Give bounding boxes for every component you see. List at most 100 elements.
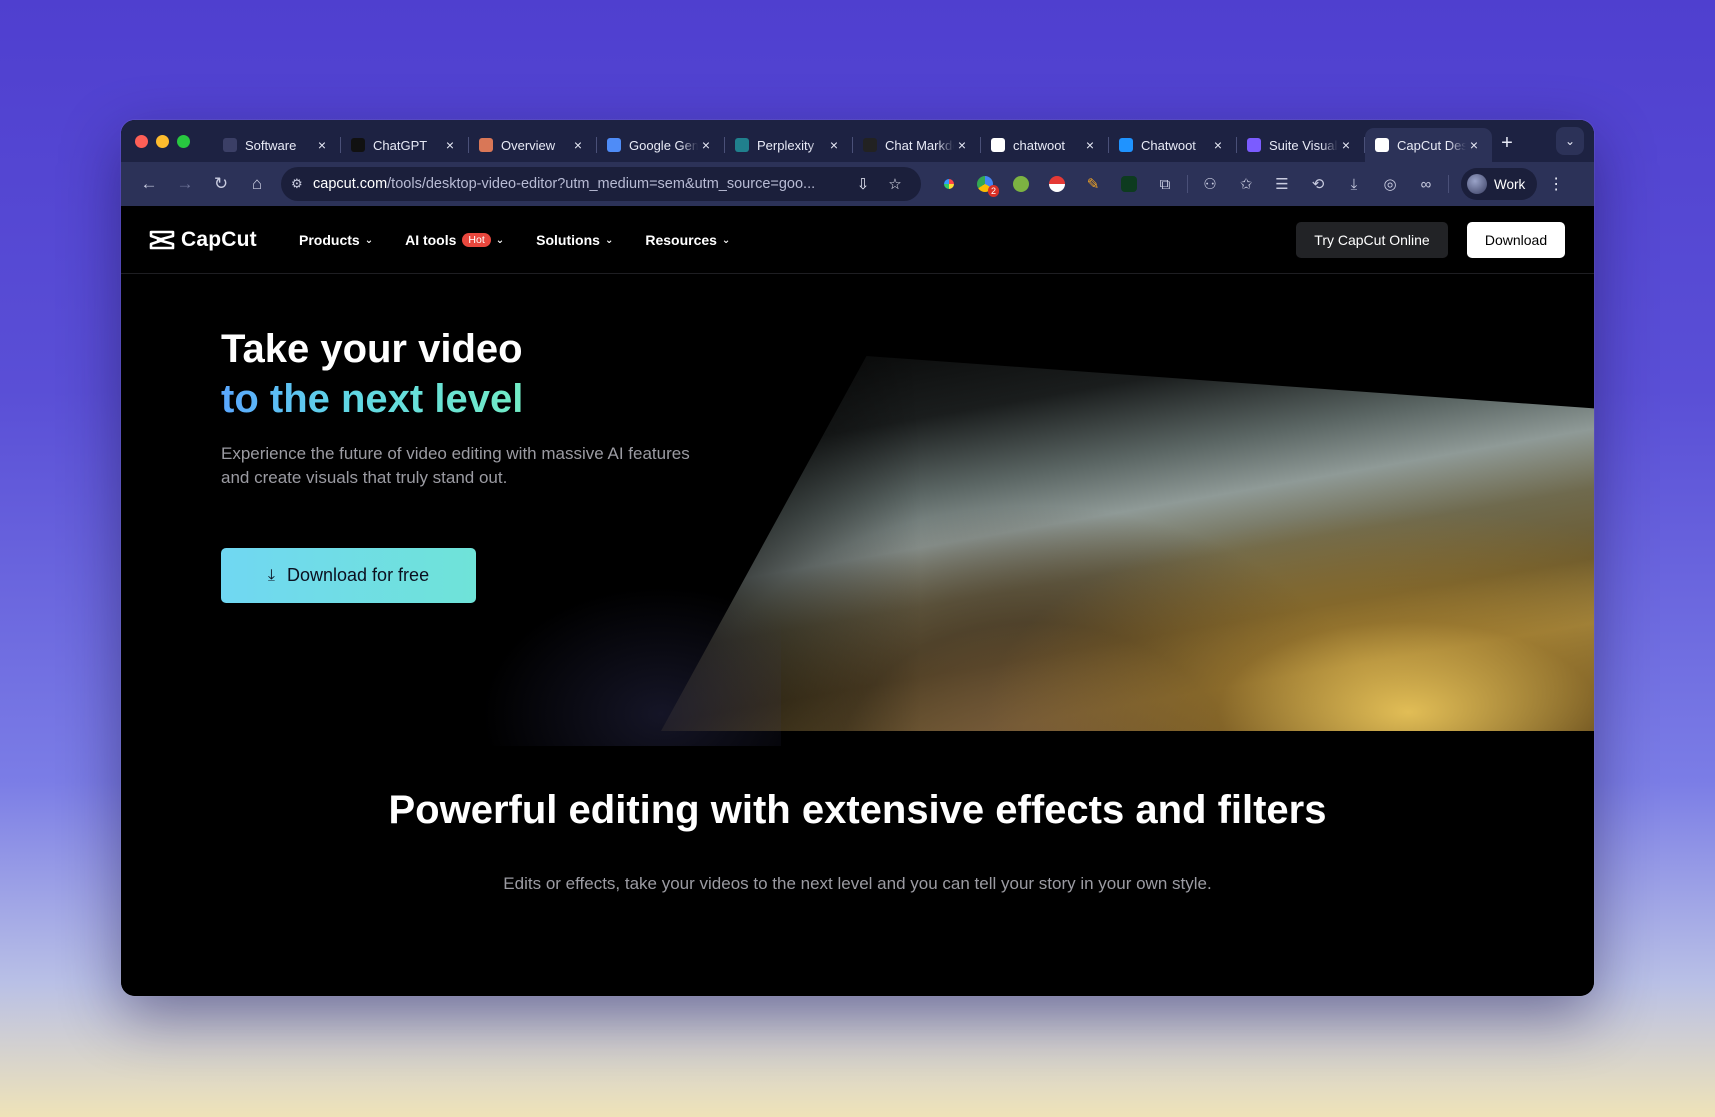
chatwoot-icon bbox=[1119, 138, 1133, 152]
toolbar-divider bbox=[1187, 175, 1188, 193]
tab-title: Overview bbox=[501, 137, 556, 153]
downloads-icon[interactable]: ⤓ bbox=[1336, 169, 1372, 199]
history-icon[interactable]: ⟲ bbox=[1300, 169, 1336, 199]
browser-tab[interactable]: Google Gemini× bbox=[597, 128, 724, 162]
back-icon[interactable]: ← bbox=[131, 168, 167, 200]
hero-title-line2: to the next level bbox=[221, 374, 523, 424]
extension-badge: 2 bbox=[987, 185, 999, 197]
close-icon[interactable]: × bbox=[698, 137, 714, 153]
tab-title: ChatGPT bbox=[373, 137, 428, 153]
chevron-down-icon: ⌄ bbox=[604, 234, 614, 246]
capcut-logo-icon bbox=[149, 230, 175, 250]
close-window-button[interactable] bbox=[135, 134, 148, 148]
extension-ring-icon[interactable] bbox=[931, 169, 967, 199]
toolbar-divider bbox=[1448, 175, 1449, 193]
extensions-puzzle-icon[interactable]: ⧉ bbox=[1147, 169, 1183, 199]
avatar bbox=[1467, 174, 1487, 194]
brand-name: CapCut bbox=[181, 228, 257, 251]
close-icon[interactable]: × bbox=[1082, 137, 1098, 153]
browser-tab[interactable]: CapCut Desktop× bbox=[1365, 128, 1492, 162]
more-menu-icon[interactable]: ⋮ bbox=[1541, 174, 1571, 194]
menu-resources-label: Resources bbox=[645, 232, 717, 248]
close-icon[interactable]: × bbox=[314, 137, 330, 153]
close-icon[interactable]: × bbox=[826, 137, 842, 153]
chevron-down-icon: ⌄ bbox=[721, 234, 731, 246]
hero-subtitle: Experience the future of video editing w… bbox=[221, 444, 690, 487]
profile-label: Work bbox=[1494, 176, 1526, 192]
markdown-icon bbox=[863, 138, 877, 152]
menu-products[interactable]: Products ⌄ bbox=[299, 232, 373, 248]
browser-tab[interactable]: Chatwoot × bbox=[1109, 128, 1236, 162]
tab-strip: Software×ChatGPT×Overview×Google Gemini×… bbox=[121, 120, 1594, 162]
extension-pokeball-icon[interactable] bbox=[1039, 169, 1075, 199]
close-icon[interactable]: × bbox=[570, 137, 586, 153]
close-icon[interactable]: × bbox=[1338, 137, 1354, 153]
browser-tab[interactable]: Software × bbox=[213, 128, 340, 162]
close-icon[interactable]: × bbox=[954, 137, 970, 153]
g-icon bbox=[223, 138, 237, 152]
chevron-down-icon: ⌄ bbox=[364, 234, 374, 246]
minimize-window-button[interactable] bbox=[156, 134, 169, 148]
extension-chat-icon[interactable] bbox=[1111, 169, 1147, 199]
browser-tab[interactable]: ChatGPT × bbox=[341, 128, 468, 162]
browser-tab[interactable]: Chat Markdown× bbox=[853, 128, 980, 162]
install-app-icon[interactable]: ⇩ bbox=[847, 175, 879, 193]
window-controls bbox=[121, 134, 213, 148]
extension-green-icon[interactable] bbox=[1003, 169, 1039, 199]
menu-ai-tools[interactable]: AI tools Hot ⌄ bbox=[405, 232, 504, 248]
tab-title: Software bbox=[245, 137, 297, 153]
cta-label: Download for free bbox=[287, 565, 430, 585]
profile-button[interactable]: Work bbox=[1461, 168, 1538, 200]
browser-window: Software×ChatGPT×Overview×Google Gemini×… bbox=[121, 120, 1594, 996]
forward-icon[interactable]: → bbox=[167, 168, 203, 200]
close-icon[interactable]: × bbox=[1210, 137, 1226, 153]
download-icon: ⤓ bbox=[267, 566, 275, 584]
tab-title: Perplexity bbox=[757, 137, 815, 153]
extension-multicolor-icon[interactable]: 2 bbox=[967, 169, 1003, 199]
site-header: CapCut Products ⌄ AI tools Hot ⌄ Solutions ⌄… bbox=[121, 206, 1594, 274]
link-icon[interactable]: ∞ bbox=[1408, 169, 1444, 199]
download-button[interactable]: Download bbox=[1467, 222, 1565, 258]
tab-list: Software×ChatGPT×Overview×Google Gemini×… bbox=[213, 120, 1594, 162]
section-subtitle: Edits or effects, take your videos to th… bbox=[503, 874, 1212, 893]
tab-title: Suite Visual bbox=[1269, 137, 1338, 153]
url-text[interactable]: capcut.com/tools/desktop-video-editor?ut… bbox=[313, 176, 847, 192]
incognito-icon[interactable]: ⚇ bbox=[1192, 169, 1228, 199]
maximize-window-button[interactable] bbox=[177, 134, 190, 148]
menu-resources[interactable]: Resources ⌄ bbox=[645, 232, 730, 248]
close-icon[interactable]: × bbox=[442, 137, 458, 153]
extensions-row: 2 ✎ ⧉ ⚇ ✩ ☰ ⟲ ⤓ ◎ ∞ bbox=[931, 169, 1453, 199]
google-icon bbox=[991, 138, 1005, 152]
home-icon[interactable]: ⌂ bbox=[239, 168, 275, 200]
menu-solutions[interactable]: Solutions ⌄ bbox=[536, 232, 613, 248]
download-for-free-button[interactable]: ⤓ Download for free bbox=[221, 548, 476, 603]
browser-tab[interactable]: Perplexity × bbox=[725, 128, 852, 162]
section-title: Powerful editing with extensive effects … bbox=[388, 788, 1327, 832]
url-path: /tools/desktop-video-editor?utm_medium=s… bbox=[387, 176, 816, 192]
tab-search-icon[interactable]: ⌄ bbox=[1556, 127, 1584, 155]
site-info-icon[interactable]: ⚙ bbox=[291, 176, 313, 192]
menu-ai-tools-label: AI tools bbox=[405, 232, 457, 248]
menu-solutions-label: Solutions bbox=[536, 232, 600, 248]
url-host: capcut.com bbox=[313, 176, 388, 192]
reading-list-icon[interactable]: ☰ bbox=[1264, 169, 1300, 199]
bookmarks-icon[interactable]: ✩ bbox=[1228, 169, 1264, 199]
hero-title: Take your video to the next level bbox=[221, 324, 523, 424]
close-icon[interactable]: × bbox=[1466, 137, 1482, 153]
new-tab-button[interactable]: + bbox=[1492, 132, 1522, 155]
tab-title: Google Gemini bbox=[629, 137, 698, 153]
address-bar[interactable]: ⚙ capcut.com/tools/desktop-video-editor?… bbox=[281, 167, 921, 201]
try-online-button[interactable]: Try CapCut Online bbox=[1296, 222, 1448, 258]
bookmark-star-icon[interactable]: ☆ bbox=[879, 175, 911, 193]
tab-title: chatwoot bbox=[1013, 137, 1066, 153]
browser-tab[interactable]: chatwoot × bbox=[981, 128, 1108, 162]
browser-tab[interactable]: Suite Visual × bbox=[1237, 128, 1364, 162]
menu-products-label: Products bbox=[299, 232, 360, 248]
reload-icon[interactable]: ↻ bbox=[203, 168, 239, 200]
screenshot-icon[interactable]: ◎ bbox=[1372, 169, 1408, 199]
capcut-logo[interactable]: CapCut bbox=[149, 228, 257, 252]
extension-pen-icon[interactable]: ✎ bbox=[1075, 169, 1111, 199]
claude-icon bbox=[479, 138, 493, 152]
web-page: CapCut Products ⌄ AI tools Hot ⌄ Solutions ⌄… bbox=[121, 206, 1594, 996]
browser-tab[interactable]: Overview × bbox=[469, 128, 596, 162]
